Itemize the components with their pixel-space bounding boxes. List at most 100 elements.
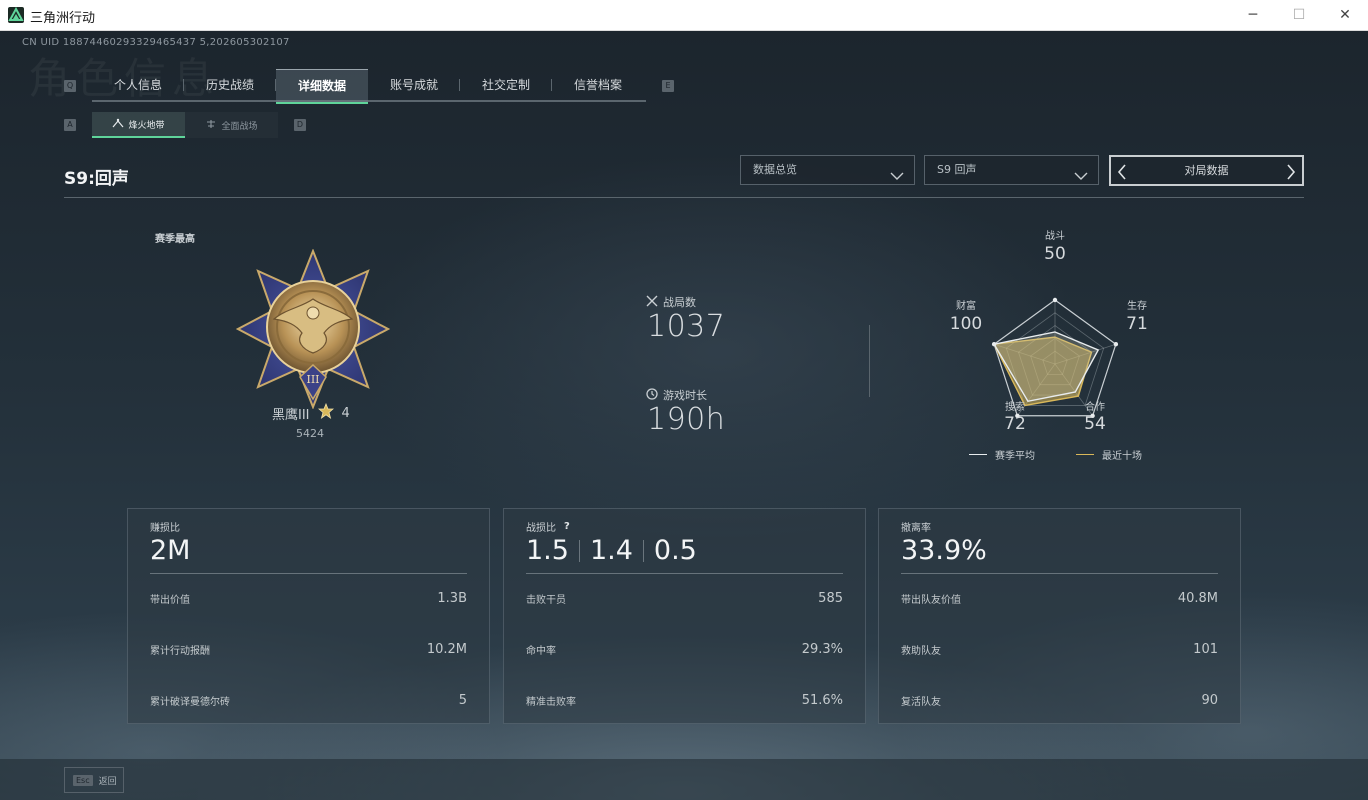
chevron-right-icon[interactable] — [1286, 163, 1296, 190]
rank-medal-emblem: III — [235, 248, 391, 410]
radar-value-combat: 50 — [1044, 244, 1066, 264]
radar-label-cooperation: 合作 — [1085, 402, 1105, 413]
clock-icon — [646, 387, 658, 403]
chevron-down-icon — [1074, 164, 1088, 192]
rank-name: 黑鹰III 4 — [272, 402, 350, 423]
star-icon — [317, 402, 334, 423]
tab-detailed-data[interactable]: 详细数据 — [276, 69, 368, 104]
row-value: 10.2M — [426, 642, 467, 657]
app-logo-icon — [8, 7, 24, 23]
row-label: 击败干员 — [526, 595, 566, 606]
page-title: S9:回声 — [64, 169, 129, 189]
extraction-card: 撤离率 33.9% 带出队友价值 40.8M 救助队友 101 复活队友 90 — [878, 508, 1241, 724]
radar-vertex-dot — [1113, 342, 1119, 347]
tab-social[interactable]: 社交定制 — [460, 69, 552, 102]
radar-value-cooperation: 54 — [1084, 414, 1106, 434]
legend-line-white — [969, 454, 987, 455]
beacon-icon — [112, 118, 124, 131]
radar-value-survival: 71 — [1126, 314, 1148, 334]
close-icon[interactable]: ✕ — [1322, 0, 1368, 31]
radar-label-search: 搜索 — [1005, 402, 1025, 413]
season-best-label: 赛季最高 — [155, 234, 195, 245]
bottom-bar — [0, 759, 1368, 800]
chevron-left-icon[interactable] — [1117, 163, 1127, 190]
back-button[interactable]: Esc 返回 — [64, 767, 124, 793]
matches-value: 1037 — [647, 309, 726, 344]
row-label: 救助队友 — [901, 646, 941, 657]
legend-line-gold — [1076, 454, 1094, 455]
window-title: 三角洲行动 — [30, 11, 96, 26]
card-big-value: 2M — [150, 535, 191, 566]
card-big-values: 1.5 1.4 0.5 — [526, 535, 697, 566]
row-value: 40.8M — [1177, 591, 1218, 606]
rank-stars-count: 4 — [341, 405, 350, 421]
card-title: 撤离率 — [901, 523, 931, 534]
game-stage: 角色信息 CN UID 18874460293329465437 5,20260… — [0, 31, 1368, 800]
matches-label-group: 战局数 — [646, 294, 696, 310]
match-data-pager: 对局数据 — [1109, 155, 1304, 186]
subtab-prev-key-hint: A — [64, 119, 76, 131]
playtime-label-group: 游戏时长 — [646, 387, 707, 403]
rank-score: 5424 — [296, 427, 324, 440]
pager-label: 对局数据 — [1184, 164, 1229, 177]
row-label: 精准击败率 — [526, 697, 576, 708]
row-value: 5 — [458, 693, 467, 708]
crossed-swords-icon — [646, 295, 658, 310]
radar-value-search: 72 — [1004, 414, 1026, 434]
battlefield-icon — [205, 119, 217, 132]
row-value: 101 — [1193, 642, 1218, 657]
row-value: 1.3B — [437, 591, 467, 606]
mode-tab-bar: 烽火地带 全面战场 — [92, 112, 278, 138]
tab-prev-key-hint: Q — [64, 80, 76, 92]
row-label: 带出队友价值 — [901, 595, 961, 606]
section-divider — [869, 325, 870, 397]
minimize-icon[interactable]: ─ — [1230, 0, 1276, 31]
radar-label-wealth: 财富 — [956, 301, 976, 312]
tab-achievements[interactable]: 账号成就 — [368, 69, 460, 102]
row-value: 29.3% — [801, 642, 843, 657]
chevron-down-icon — [890, 164, 904, 192]
header-divider — [64, 197, 1304, 198]
row-value: 51.6% — [801, 693, 843, 708]
row-label: 复活队友 — [901, 697, 941, 708]
tab-reputation[interactable]: 信誉档案 — [552, 69, 644, 102]
main-tab-bar: 个人信息 历史战绩 详细数据 账号成就 社交定制 信誉档案 — [92, 69, 646, 104]
subtab-beacon-zone[interactable]: 烽火地带 — [92, 112, 185, 138]
radar-value-wealth: 100 — [949, 314, 983, 334]
card-divider — [526, 573, 843, 574]
help-icon[interactable]: ? — [564, 521, 570, 532]
season-dropdown[interactable]: S9 回声 — [924, 155, 1099, 185]
tab-personal-info[interactable]: 个人信息 — [92, 69, 184, 102]
profit-card: 赚损比 2M 带出价值 1.3B 累计行动报酬 10.2M 累计破译曼德尔砖 5 — [127, 508, 490, 724]
row-label: 累计破译曼德尔砖 — [150, 697, 230, 708]
legend-recent-ten: 最近十场 — [1076, 447, 1142, 462]
radar-vertex-dot — [1052, 297, 1058, 303]
svg-text:III: III — [306, 373, 319, 386]
value-separator — [578, 539, 580, 562]
player-uid: CN UID 18874460293329465437 5,2026053021… — [22, 37, 290, 48]
card-divider — [150, 573, 467, 574]
overview-dropdown[interactable]: 数据总览 — [740, 155, 915, 185]
kd-card: 战损比 ? 1.5 1.4 0.5 击败干员 585 命中率 29.3% 精准击… — [503, 508, 866, 724]
subtab-battlefield[interactable]: 全面战场 — [185, 112, 278, 138]
card-big-value: 33.9% — [901, 535, 987, 566]
card-title-group: 战损比 ? — [526, 521, 570, 534]
playtime-value: 190h — [647, 402, 726, 437]
tab-next-key-hint: E — [662, 80, 674, 92]
row-value: 585 — [818, 591, 843, 606]
radar-label-survival: 生存 — [1127, 301, 1147, 312]
radar-label-combat: 战斗 — [1045, 231, 1065, 242]
row-label: 累计行动报酬 — [150, 646, 210, 657]
esc-key-hint: Esc — [73, 774, 93, 786]
radar-vertex-dot — [991, 342, 997, 347]
value-separator — [642, 539, 644, 562]
row-value: 90 — [1201, 693, 1218, 708]
back-label: 返回 — [98, 776, 117, 787]
card-title: 赚损比 — [150, 523, 180, 534]
row-label: 命中率 — [526, 646, 556, 657]
window-titlebar: 三角洲行动 ─ ☐ ✕ — [0, 0, 1368, 31]
tab-history[interactable]: 历史战绩 — [184, 69, 276, 102]
row-label: 带出价值 — [150, 595, 190, 606]
maximize-icon[interactable]: ☐ — [1276, 0, 1322, 31]
card-divider — [901, 573, 1218, 574]
